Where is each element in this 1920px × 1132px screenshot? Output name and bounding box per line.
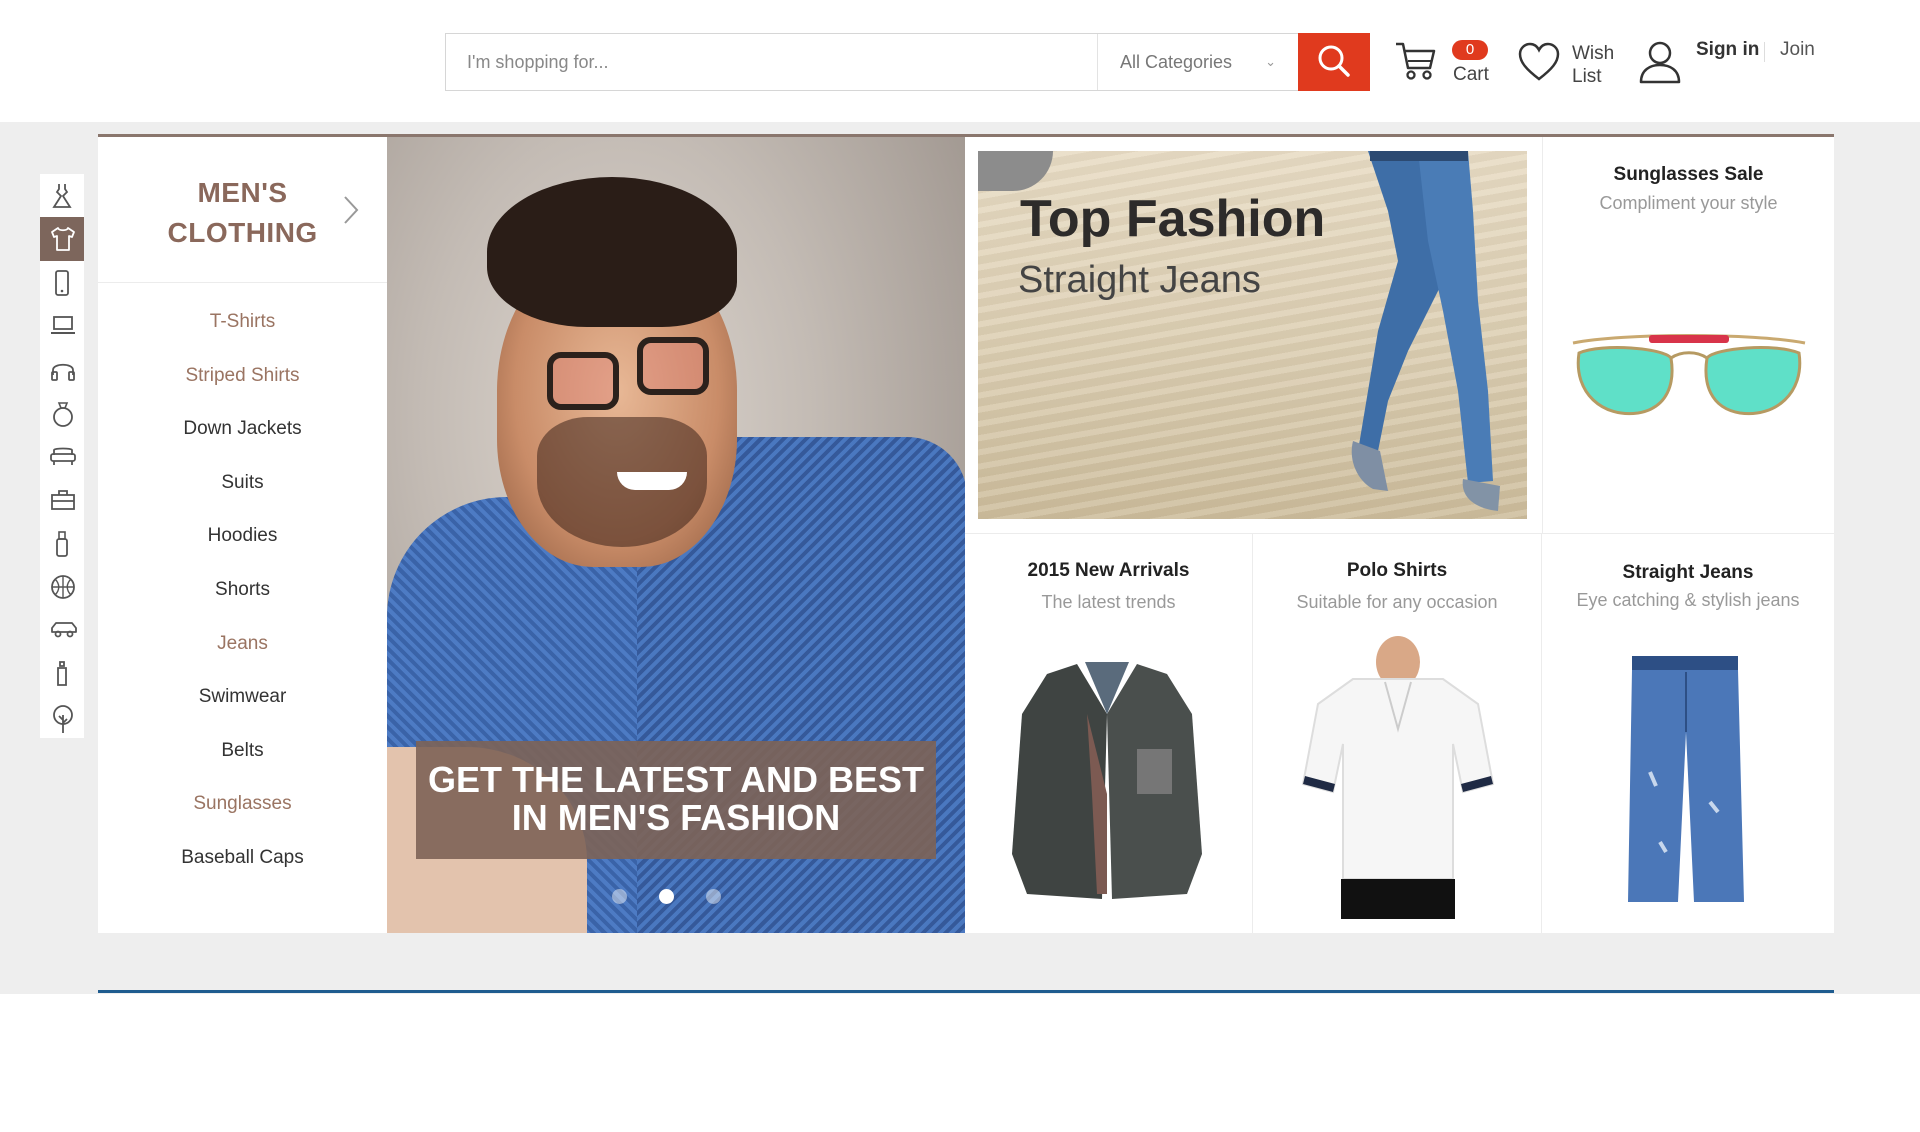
wishlist-label: Wish List xyxy=(1572,43,1615,87)
hero-image-glasses-right xyxy=(637,337,709,395)
polo-shirt-image xyxy=(1301,636,1495,919)
category-icon-sidebar xyxy=(40,174,84,738)
baby-bottle-icon xyxy=(57,661,67,687)
promo-sunglasses-subtitle: Compliment your style xyxy=(1599,193,1778,213)
sidebar-item-sports[interactable] xyxy=(40,565,84,608)
car-icon xyxy=(51,622,77,638)
search-icon xyxy=(1318,45,1350,77)
dress-icon xyxy=(52,184,72,208)
category-item-t-shirts[interactable]: T-Shirts xyxy=(98,309,387,363)
category-item-jeans[interactable]: Jeans xyxy=(98,631,387,685)
sidebar-item-phone[interactable] xyxy=(40,261,84,304)
section-divider xyxy=(98,990,1834,993)
join-link[interactable]: Join xyxy=(1780,39,1815,61)
jeans-image xyxy=(1628,656,1744,902)
promo-polo-title: Polo Shirts xyxy=(1346,560,1448,581)
category-title-text: MEN'S CLOTHING xyxy=(167,177,318,248)
category-item-sunglasses[interactable]: Sunglasses xyxy=(98,791,387,845)
category-item-belts[interactable]: Belts xyxy=(98,738,387,792)
chevron-down-icon: ⌄ xyxy=(1265,54,1276,69)
sidebar-item-furniture[interactable] xyxy=(40,434,84,477)
account-button[interactable] xyxy=(1638,40,1690,84)
user-icon xyxy=(1639,41,1681,84)
chevron-right-icon xyxy=(344,196,359,224)
basketball-icon xyxy=(51,574,75,599)
top-fashion-banner[interactable]: Top Fashion Straight Jeans xyxy=(978,151,1527,519)
sidebar-item-garden[interactable] xyxy=(40,695,84,738)
header-divider xyxy=(1764,42,1765,62)
carousel-dot-2[interactable] xyxy=(659,889,674,904)
search-button[interactable] xyxy=(1298,33,1370,91)
promo-polo-subtitle: Suitable for any occasion xyxy=(1296,592,1498,612)
category-item-baseball-caps[interactable]: Baseball Caps xyxy=(98,845,387,899)
promo-new-arrivals-title: 2015 New Arrivals xyxy=(1027,560,1190,581)
search-input[interactable] xyxy=(446,34,1097,90)
promo-grid: Top Fashion Straight Jeans Sunglasses Sa… xyxy=(965,137,1834,933)
hero-banner[interactable]: GET THE LATEST AND BEST IN MEN'S FASHION xyxy=(387,137,965,933)
category-list: T-Shirts Striped Shirts Down Jackets Sui… xyxy=(98,309,387,899)
promo-new-arrivals[interactable]: 2015 New Arrivals The latest trends xyxy=(965,534,1253,933)
top-fashion-subtitle: Straight Jeans xyxy=(1018,259,1261,301)
carousel-dots xyxy=(612,889,742,905)
phone-icon xyxy=(55,269,69,296)
sidebar-item-tools[interactable] xyxy=(40,478,84,521)
search-bar: All Categories ⌄ xyxy=(445,33,1370,91)
hero-image-smile xyxy=(617,472,687,490)
cart-label: Cart xyxy=(1453,64,1489,85)
category-item-down-jackets[interactable]: Down Jackets xyxy=(98,416,387,470)
main-showcase: MEN'S CLOTHING T-Shirts Striped Shirts D… xyxy=(98,134,1834,933)
cart-button[interactable]: 0 Cart xyxy=(1394,38,1494,90)
category-item-suits[interactable]: Suits xyxy=(98,470,387,524)
sidebar-item-dress[interactable] xyxy=(40,174,84,217)
site-header: All Categories ⌄ 0 Cart Wish List xyxy=(0,0,1920,122)
bottle-icon xyxy=(56,531,68,558)
category-select[interactable]: All Categories ⌄ xyxy=(1097,34,1298,90)
blazer-image xyxy=(1012,662,1202,899)
sidebar-item-beauty[interactable] xyxy=(40,521,84,564)
toolbox-icon xyxy=(51,489,75,510)
jeans-legs-image xyxy=(1351,151,1500,511)
promo-sunglasses-title: Sunglasses Sale xyxy=(1613,164,1764,185)
hero-caption-text: GET THE LATEST AND BEST IN MEN'S FASHION xyxy=(427,759,924,838)
promo-polo-shirts[interactable]: Polo Shirts Suitable for any occasion xyxy=(1253,534,1542,933)
category-item-hoodies[interactable]: Hoodies xyxy=(98,523,387,577)
sidebar-item-laptop[interactable] xyxy=(40,304,84,347)
top-fashion-title: Top Fashion xyxy=(1020,190,1326,248)
promo-jeans-title: Straight Jeans xyxy=(1622,562,1754,583)
sidebar-item-baby[interactable] xyxy=(40,651,84,694)
cart-count-badge: 0 xyxy=(1452,40,1488,60)
wishlist-button[interactable]: Wish List xyxy=(1518,40,1628,92)
promo-sunglasses[interactable]: Sunglasses Sale Compliment your style xyxy=(1542,137,1834,534)
sofa-icon xyxy=(50,447,76,466)
laptop-icon xyxy=(51,316,75,335)
ring-icon xyxy=(53,402,73,427)
hero-image-glasses-left xyxy=(547,352,619,410)
category-panel: MEN'S CLOTHING T-Shirts Striped Shirts D… xyxy=(98,137,387,933)
hero-image-hair xyxy=(487,177,737,327)
sidebar-item-headphones[interactable] xyxy=(40,348,84,391)
promo-new-arrivals-subtitle: The latest trends xyxy=(1041,592,1176,612)
category-select-value: All Categories xyxy=(1120,52,1233,72)
sunglasses-image xyxy=(1572,334,1806,416)
promo-straight-jeans[interactable]: Straight Jeans Eye catching & stylish je… xyxy=(1542,534,1834,933)
category-header[interactable]: MEN'S CLOTHING xyxy=(98,137,387,283)
carousel-dot-3[interactable] xyxy=(706,889,721,904)
cart-icon xyxy=(1396,42,1436,80)
sidebar-item-automotive[interactable] xyxy=(40,608,84,651)
category-item-striped-shirts[interactable]: Striped Shirts xyxy=(98,363,387,417)
category-item-shorts[interactable]: Shorts xyxy=(98,577,387,631)
sidebar-item-ring[interactable] xyxy=(40,391,84,434)
category-item-swimwear[interactable]: Swimwear xyxy=(98,684,387,738)
sign-in-link[interactable]: Sign in xyxy=(1696,39,1759,61)
tree-icon xyxy=(53,704,73,733)
heart-icon xyxy=(1518,42,1560,81)
headphones-icon xyxy=(51,363,75,381)
sidebar-item-tshirt[interactable] xyxy=(40,217,84,261)
promo-jeans-subtitle: Eye catching & stylish jeans xyxy=(1576,590,1800,610)
hero-caption: GET THE LATEST AND BEST IN MEN'S FASHION xyxy=(416,741,936,859)
carousel-dot-1[interactable] xyxy=(612,889,627,904)
tshirt-icon xyxy=(51,227,75,252)
